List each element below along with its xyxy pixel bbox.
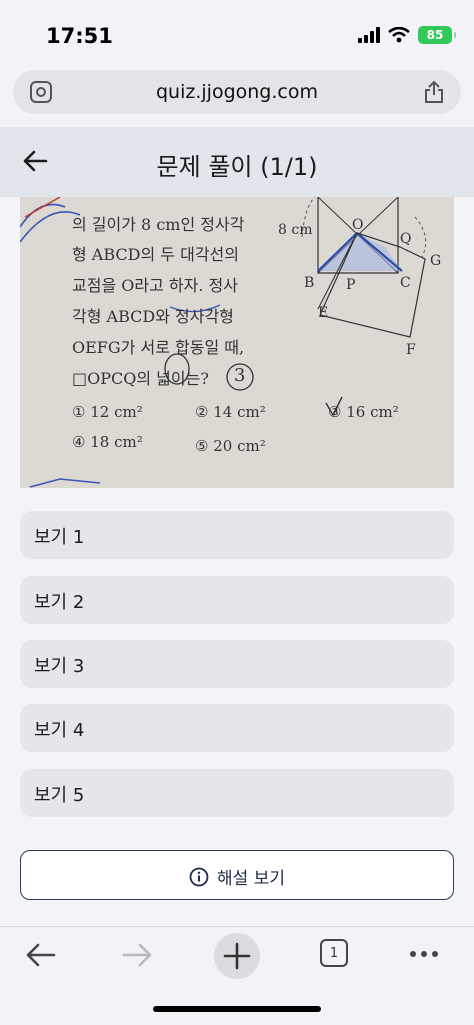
status-icons: 85 [358, 26, 456, 44]
more-icon[interactable] [408, 949, 440, 959]
option-label: 보기 3 [34, 656, 85, 677]
question-line: OEFG가 서로 합동일 때, [72, 338, 245, 357]
question-line: 의 길이가 8 cm인 정사각 [72, 215, 245, 234]
choice-4: ④ 18 cm² [72, 433, 143, 451]
battery-level: 85 [426, 28, 444, 42]
app-header: 문제 풀이 (1/1) [0, 127, 474, 197]
figure-label-f: F [406, 342, 416, 358]
question-line: 교점을 O라고 하자. 정사 [72, 276, 238, 295]
figure-label-g: G [430, 253, 442, 269]
page-title: 문제 풀이 (1/1) [156, 153, 318, 181]
option-label: 보기 4 [34, 720, 85, 741]
choice-3: ③ 16 cm² [328, 403, 399, 421]
info-icon [189, 867, 209, 886]
url-text[interactable]: quiz.jjogong.com [13, 81, 461, 103]
question-line: 형 ABCD의 두 대각선의 [72, 245, 239, 264]
option-button-1[interactable]: 보기 1 [20, 511, 454, 559]
figure-label-c: C [400, 275, 411, 291]
plus-icon [223, 942, 251, 970]
choice-5: ⑤ 20 cm² [195, 437, 266, 455]
tab-count: 1 [329, 945, 339, 961]
new-tab-button[interactable] [214, 933, 260, 979]
forward-icon[interactable] [122, 941, 154, 969]
figure-label-q: Q [400, 231, 412, 247]
question-image: 8 cm O Q G B P C E F 의 길이가 8 cm인 정사각 형 A… [20, 197, 454, 488]
option-label: 보기 2 [34, 592, 85, 613]
option-button-4[interactable]: 보기 4 [20, 704, 454, 752]
tabs-button[interactable]: 1 [320, 939, 348, 967]
figure-label-o: O [352, 217, 364, 233]
figure-label-side: 8 cm [278, 222, 313, 238]
figure-label-p: P [346, 277, 356, 293]
signal-icon [358, 27, 380, 43]
wifi-icon [388, 27, 410, 43]
question-line: 각형 ABCD와 정사각형 [72, 307, 234, 326]
question-line: □OPCQ의 넓이는? [72, 369, 209, 388]
option-button-5[interactable]: 보기 5 [20, 769, 454, 817]
show-explanation-button[interactable]: 해설 보기 [20, 850, 454, 900]
explanation-label: 해설 보기 [217, 869, 285, 889]
address-bar[interactable]: quiz.jjogong.com [13, 70, 461, 114]
option-button-2[interactable]: 보기 2 [20, 576, 454, 624]
battery-icon: 85 [418, 26, 456, 44]
browser-chrome: quiz.jjogong.com [0, 70, 474, 126]
share-icon[interactable] [423, 80, 445, 104]
status-time: 17:51 [46, 24, 113, 48]
handwritten-answer: 3 [234, 365, 246, 386]
explanation-button-content: 해설 보기 [21, 864, 453, 889]
option-label: 보기 5 [34, 785, 85, 806]
option-label: 보기 1 [34, 527, 85, 548]
figure-label-b: B [304, 275, 315, 291]
back-icon[interactable] [24, 941, 56, 969]
choice-1: ① 12 cm² [72, 403, 143, 421]
figure-label-e: E [318, 305, 329, 321]
home-indicator [153, 1006, 321, 1012]
status-bar: 17:51 85 [0, 0, 474, 70]
option-button-3[interactable]: 보기 3 [20, 640, 454, 688]
choice-2: ② 14 cm² [195, 403, 266, 421]
